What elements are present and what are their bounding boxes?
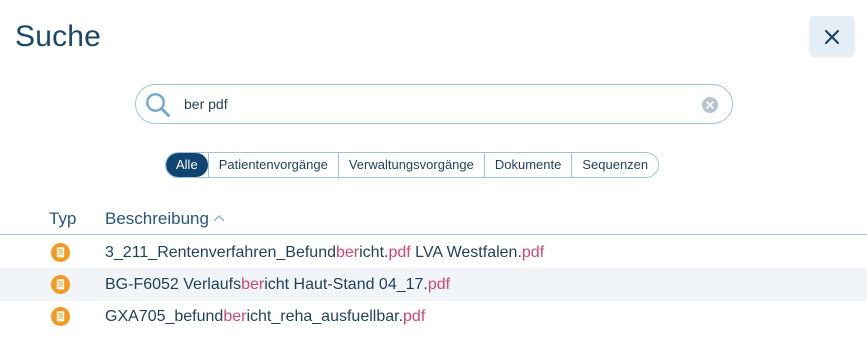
table-row[interactable]: BG-F6052 Verlaufsbericht Haut-Stand 04_1… bbox=[0, 268, 867, 301]
table-row[interactable]: 3_211_Rentenverfahren_Befundbericht.pdf … bbox=[0, 236, 867, 269]
row-description: GXA705_befundbericht_reha_ausfuellbar.pd… bbox=[105, 300, 425, 333]
description-text: GXA705_befund bbox=[105, 308, 224, 325]
description-text: LVA Westfalen. bbox=[410, 244, 522, 261]
clear-x-icon bbox=[706, 101, 714, 109]
highlighted-match: pdf bbox=[403, 308, 426, 325]
row-description: 3_211_Rentenverfahren_Befundbericht.pdf … bbox=[105, 236, 544, 269]
document-icon bbox=[51, 307, 70, 326]
column-header-description-label: Beschreibung bbox=[105, 209, 209, 228]
close-icon bbox=[824, 29, 840, 44]
clear-circle-icon[interactable] bbox=[702, 97, 718, 113]
row-description: BG-F6052 Verlaufsbericht Haut-Stand 04_1… bbox=[105, 268, 450, 301]
highlighted-match: pdf bbox=[427, 276, 451, 293]
highlighted-match: ber bbox=[223, 308, 247, 325]
description-text: icht_reha_ausfuellbar. bbox=[246, 308, 404, 325]
highlighted-match: pdf bbox=[521, 244, 545, 261]
column-header-description[interactable]: Beschreibung bbox=[105, 208, 225, 230]
filter-all[interactable]: Alle bbox=[166, 153, 208, 177]
table-row[interactable]: GXA705_befundbericht_reha_ausfuellbar.pd… bbox=[0, 300, 867, 333]
filter-patientenvorgaenge[interactable]: Patientenvorgänge bbox=[207, 153, 338, 177]
filter-verwaltungsvorgaenge[interactable]: Verwaltungsvorgänge bbox=[337, 153, 484, 177]
highlighted-match: ber bbox=[241, 276, 265, 293]
filter-segmented-control: Alle Patientenvorgänge Verwaltungsvorgän… bbox=[165, 152, 660, 178]
search-dialog: Suche Alle Patientenvorgänge Verwaltungs… bbox=[0, 0, 867, 337]
dialog-title: Suche bbox=[15, 20, 102, 53]
description-text: icht Haut-Stand 04_17. bbox=[264, 276, 428, 293]
search-icon bbox=[146, 93, 170, 117]
document-icon bbox=[51, 275, 70, 294]
description-text: icht. bbox=[359, 244, 389, 261]
filter-dokumente[interactable]: Dokumente bbox=[483, 153, 572, 177]
chevron-up-icon bbox=[213, 215, 225, 222]
search-field[interactable] bbox=[135, 84, 733, 124]
document-icon bbox=[51, 243, 70, 262]
description-text: 3_211_Rentenverfahren_Befund bbox=[105, 244, 336, 261]
search-input[interactable] bbox=[184, 93, 684, 115]
filter-sequenzen[interactable]: Sequenzen bbox=[571, 153, 659, 177]
close-button[interactable] bbox=[809, 16, 855, 57]
highlighted-match: ber bbox=[336, 244, 360, 261]
column-header-type[interactable]: Typ bbox=[49, 208, 76, 230]
description-text: BG-F6052 Verlaufs bbox=[105, 276, 242, 293]
highlighted-match: pdf bbox=[388, 244, 411, 261]
table-header-divider bbox=[0, 234, 867, 235]
